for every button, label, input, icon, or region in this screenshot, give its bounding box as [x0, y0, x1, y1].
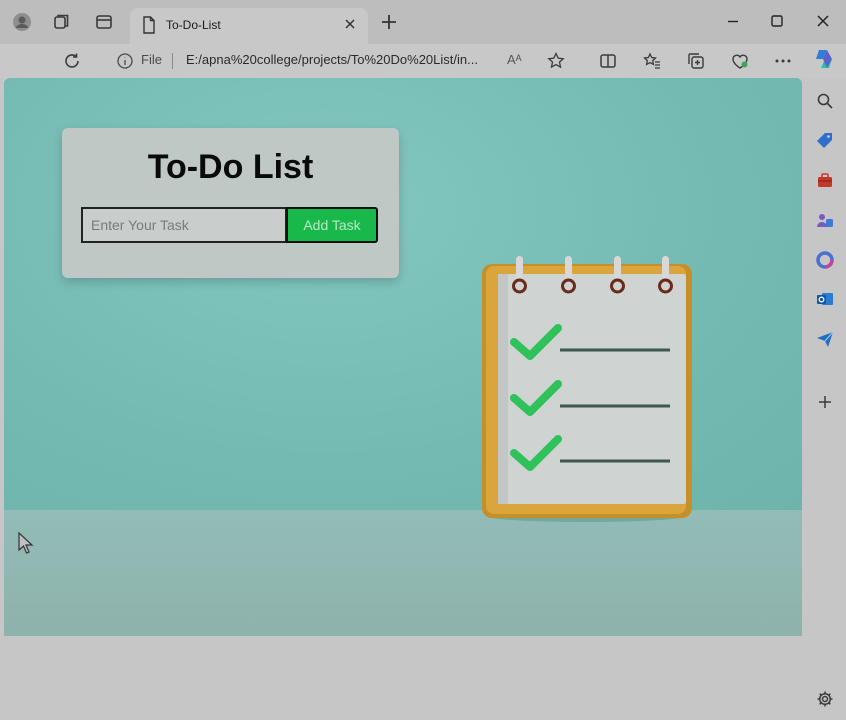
profile-icon[interactable] — [12, 12, 32, 32]
favorites-icon[interactable] — [642, 51, 662, 71]
divider — [172, 53, 173, 69]
outlook-icon[interactable] — [816, 290, 834, 308]
file-label: File — [141, 52, 162, 67]
read-aloud-icon[interactable]: Aᴬ — [507, 52, 525, 70]
browser-essentials-icon[interactable] — [730, 51, 750, 71]
copilot-icon[interactable] — [812, 47, 836, 71]
tab-title: To-Do-List — [166, 18, 221, 32]
new-tab-icon[interactable] — [380, 13, 398, 31]
task-input[interactable] — [81, 207, 287, 243]
workspaces-icon[interactable] — [52, 12, 72, 32]
maximize-icon[interactable] — [768, 12, 786, 30]
page-blank-area — [4, 636, 802, 720]
shopping-tag-icon[interactable] — [816, 131, 834, 149]
collections-icon[interactable] — [686, 51, 706, 71]
close-window-icon[interactable] — [814, 12, 832, 30]
todo-card: To-Do List Add Task — [62, 128, 399, 278]
tab-to-do-list[interactable]: To-Do-List — [130, 8, 368, 44]
mouse-cursor-icon — [18, 532, 34, 554]
settings-gear-icon[interactable] — [816, 690, 834, 708]
browser-window: To-Do-List File E:/apna%20college/projec… — [0, 0, 846, 720]
edge-sidebar — [804, 78, 846, 720]
url-field[interactable]: E:/apna%20college/projects/To%20Do%20Lis… — [186, 52, 478, 67]
page-title: To-Do List — [147, 148, 314, 186]
send-telegram-icon[interactable] — [816, 330, 834, 348]
document-icon — [142, 16, 156, 34]
address-bar: File E:/apna%20college/projects/To%20Do%… — [0, 44, 846, 78]
refresh-icon[interactable] — [62, 51, 82, 71]
background-floor — [4, 510, 802, 636]
vertical-tabs-icon[interactable] — [94, 12, 114, 32]
add-sidebar-app-icon[interactable] — [816, 393, 834, 411]
title-bar: To-Do-List — [0, 0, 846, 44]
minimize-icon[interactable] — [724, 12, 742, 30]
microsoft-365-icon[interactable] — [816, 251, 834, 269]
split-screen-icon[interactable] — [598, 51, 618, 71]
people-games-icon[interactable] — [816, 211, 834, 229]
more-options-icon[interactable] — [773, 51, 793, 71]
info-icon[interactable] — [116, 52, 134, 70]
clipboard-illustration — [482, 256, 692, 522]
search-icon[interactable] — [816, 92, 834, 110]
favorite-star-icon[interactable] — [546, 51, 566, 71]
page-viewport: To-Do List Add Task — [4, 78, 802, 636]
close-tab-icon[interactable] — [342, 16, 358, 32]
add-task-button[interactable]: Add Task — [286, 207, 378, 243]
tools-briefcase-icon[interactable] — [816, 171, 834, 189]
